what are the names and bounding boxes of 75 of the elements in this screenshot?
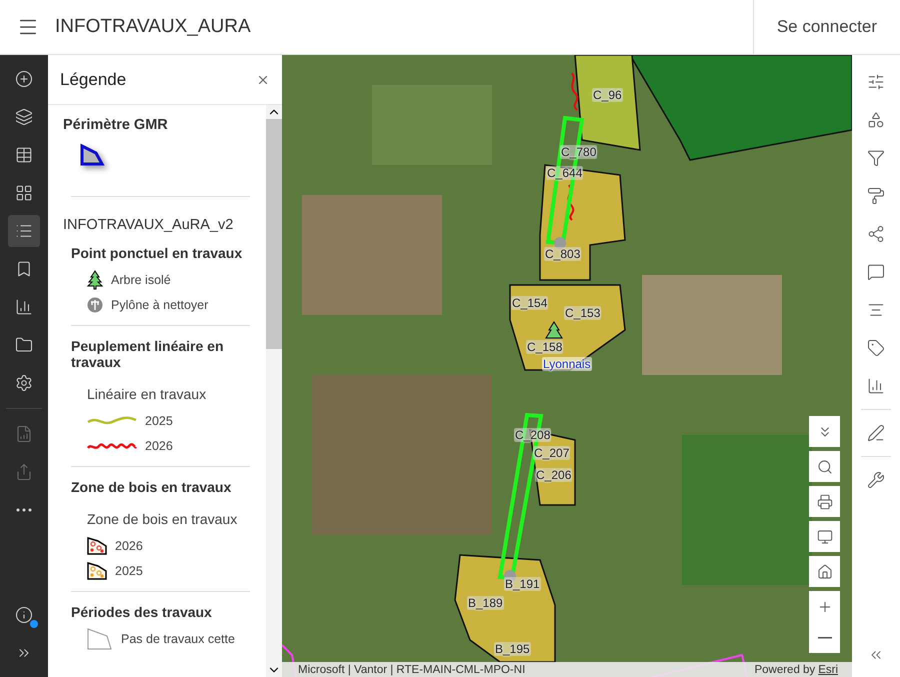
legend-label: Arbre isolé [111, 272, 171, 286]
legend-label: 2025 [115, 564, 143, 578]
parcel-label: B_189 [467, 596, 504, 610]
legend-caption: Zone de bois en travaux [86, 510, 238, 529]
parcel-label: C_206 [535, 468, 572, 482]
parcel-label: C_153 [564, 306, 602, 320]
home-icon [816, 564, 832, 580]
panel-title: Légende [60, 70, 126, 90]
parcel-label: C_158 [526, 340, 564, 354]
parcel-label: C_154 [511, 296, 548, 310]
hatched-polygon-symbol [87, 536, 107, 554]
pen-icon [867, 424, 885, 442]
group-title: Périodes des travaux [70, 603, 213, 622]
info-icon [15, 606, 33, 624]
bar-chart-icon [15, 298, 33, 316]
home-button[interactable] [809, 556, 840, 587]
app-title: INFOTRAVAUX_AURA [55, 16, 252, 38]
group-title: Peuplement linéaire en travaux [70, 337, 224, 372]
tag-icon [867, 339, 885, 357]
layer-title: INFOTRAVAUX_AuRA_v2 [63, 216, 234, 235]
tree-icon [87, 270, 103, 290]
search-button[interactable] [809, 451, 840, 482]
layers-icon [15, 108, 33, 126]
folder-icon [15, 336, 33, 354]
polygon-symbol [87, 628, 113, 650]
zoom-out-button[interactable] [809, 622, 840, 653]
notification-dot [30, 620, 38, 628]
parcel-label: C_207 [533, 446, 570, 460]
add-icon [15, 70, 33, 88]
parcel-label: C_803 [544, 247, 582, 261]
shapes-icon [867, 111, 885, 129]
powered-by-text: Powered by [754, 664, 816, 676]
wrench-icon [867, 471, 885, 489]
parcel-label: C_780 [560, 145, 598, 159]
parcel-label: C_96 [592, 88, 623, 102]
legend-label: Pas de travaux cette [121, 632, 235, 646]
group-title: Point ponctuel en travaux [70, 244, 244, 263]
parcel-label: C_208 [514, 428, 552, 442]
hatched-polygon-symbol [87, 562, 107, 580]
paint-roller-icon [867, 187, 885, 205]
bookmark-icon [15, 260, 33, 278]
layer-title: Périmètre GMR [63, 116, 169, 135]
place-label: Lyonnais [542, 357, 592, 371]
share-icon [15, 463, 33, 481]
parcel-label: B_191 [504, 577, 541, 591]
list-icon [15, 222, 33, 240]
pylon-icon [87, 296, 103, 312]
grid-icon [15, 184, 33, 202]
legend-caption: Linéaire en travaux [86, 385, 208, 404]
report-icon [15, 425, 33, 443]
table-icon [15, 146, 33, 164]
legend-label: 2025 [145, 414, 173, 428]
print-icon [816, 494, 832, 510]
screen-button[interactable] [809, 521, 840, 552]
sliders-icon [867, 73, 885, 91]
esri-link[interactable]: Esri [818, 664, 838, 676]
print-button[interactable] [809, 486, 840, 517]
message-icon [867, 263, 885, 281]
scroll-thumb[interactable] [266, 119, 282, 349]
list-button[interactable] [8, 215, 40, 247]
attribution-text: Microsoft | Vantor | RTE-MAIN-CML-MPO-NI [298, 664, 526, 676]
chart-settings-icon [867, 377, 885, 395]
parcel-label: B_195 [494, 642, 531, 656]
settings-icon [15, 374, 33, 392]
group-title: Zone de bois en travaux [70, 478, 232, 497]
search-icon [816, 458, 832, 474]
filter-icon [867, 149, 885, 167]
legend-label: Pylône à nettoyer [111, 298, 208, 312]
legend-label: 2026 [145, 438, 173, 452]
parcel-label: C_644 [546, 166, 584, 180]
screen-icon [816, 528, 832, 544]
legend-label: 2026 [115, 538, 143, 552]
nodes-icon [867, 225, 885, 243]
more-icon [16, 508, 32, 512]
scrollbar[interactable] [266, 105, 282, 677]
